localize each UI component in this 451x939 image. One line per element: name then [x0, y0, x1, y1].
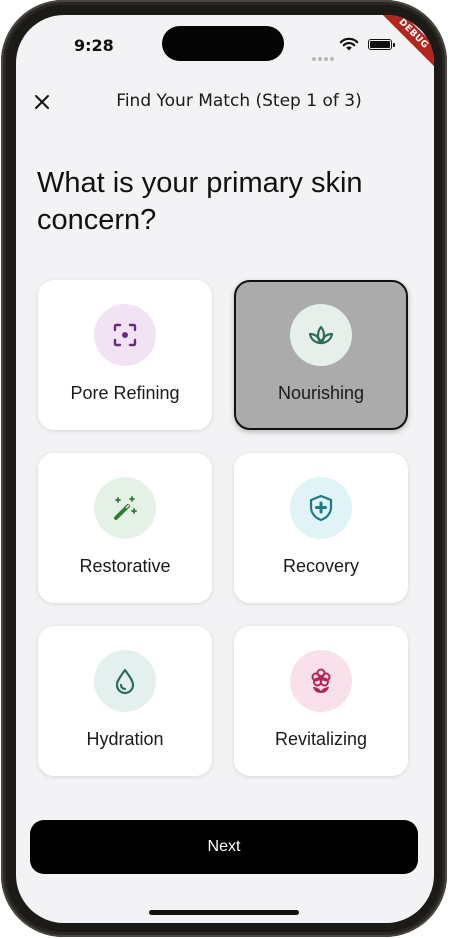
option-label: Revitalizing: [274, 729, 368, 749]
option-label: Recovery: [282, 556, 360, 576]
icon-circle: [94, 477, 156, 539]
icon-circle: [94, 650, 156, 712]
page-title: Find Your Match (Step 1 of 3): [116, 91, 362, 111]
option-card-recovery[interactable]: Recovery: [234, 453, 408, 603]
option-card-hydration[interactable]: Hydration: [38, 626, 212, 776]
option-card-nourishing[interactable]: Nourishing: [234, 280, 408, 430]
option-label: Restorative: [79, 556, 171, 576]
option-card-pore-refining[interactable]: Pore Refining: [38, 280, 212, 430]
wifi-icon: [339, 37, 359, 51]
app-screen: 9:28 DEBUG Find Your Match (Step 1 of 3)…: [16, 15, 434, 923]
home-indicator: [149, 910, 299, 915]
option-label: Nourishing: [277, 383, 365, 403]
next-button[interactable]: Next: [30, 820, 418, 874]
icon-circle: [290, 477, 352, 539]
sprout-leaf-icon: [308, 325, 334, 345]
option-card-restorative[interactable]: Restorative: [38, 453, 212, 603]
water-drop-icon: [115, 668, 135, 695]
status-time: 9:28: [74, 36, 114, 55]
icon-circle: [290, 650, 352, 712]
question-heading: What is your primary skin concern?: [37, 167, 363, 236]
option-card-revitalizing[interactable]: Revitalizing: [234, 626, 408, 776]
option-label: Hydration: [86, 729, 164, 749]
flower-icon: [311, 668, 331, 693]
signal-icon: [312, 46, 336, 65]
dynamic-island: [162, 26, 284, 61]
focus-scan-icon: [113, 323, 137, 347]
shield-plus-icon: [309, 494, 333, 522]
phone-frame: 9:28 DEBUG Find Your Match (Step 1 of 3)…: [1, 0, 447, 937]
icon-circle: [94, 304, 156, 366]
icon-circle: [290, 304, 352, 366]
magic-wand-icon: [114, 496, 137, 520]
option-label: Pore Refining: [70, 383, 180, 403]
battery-icon: [368, 39, 395, 50]
